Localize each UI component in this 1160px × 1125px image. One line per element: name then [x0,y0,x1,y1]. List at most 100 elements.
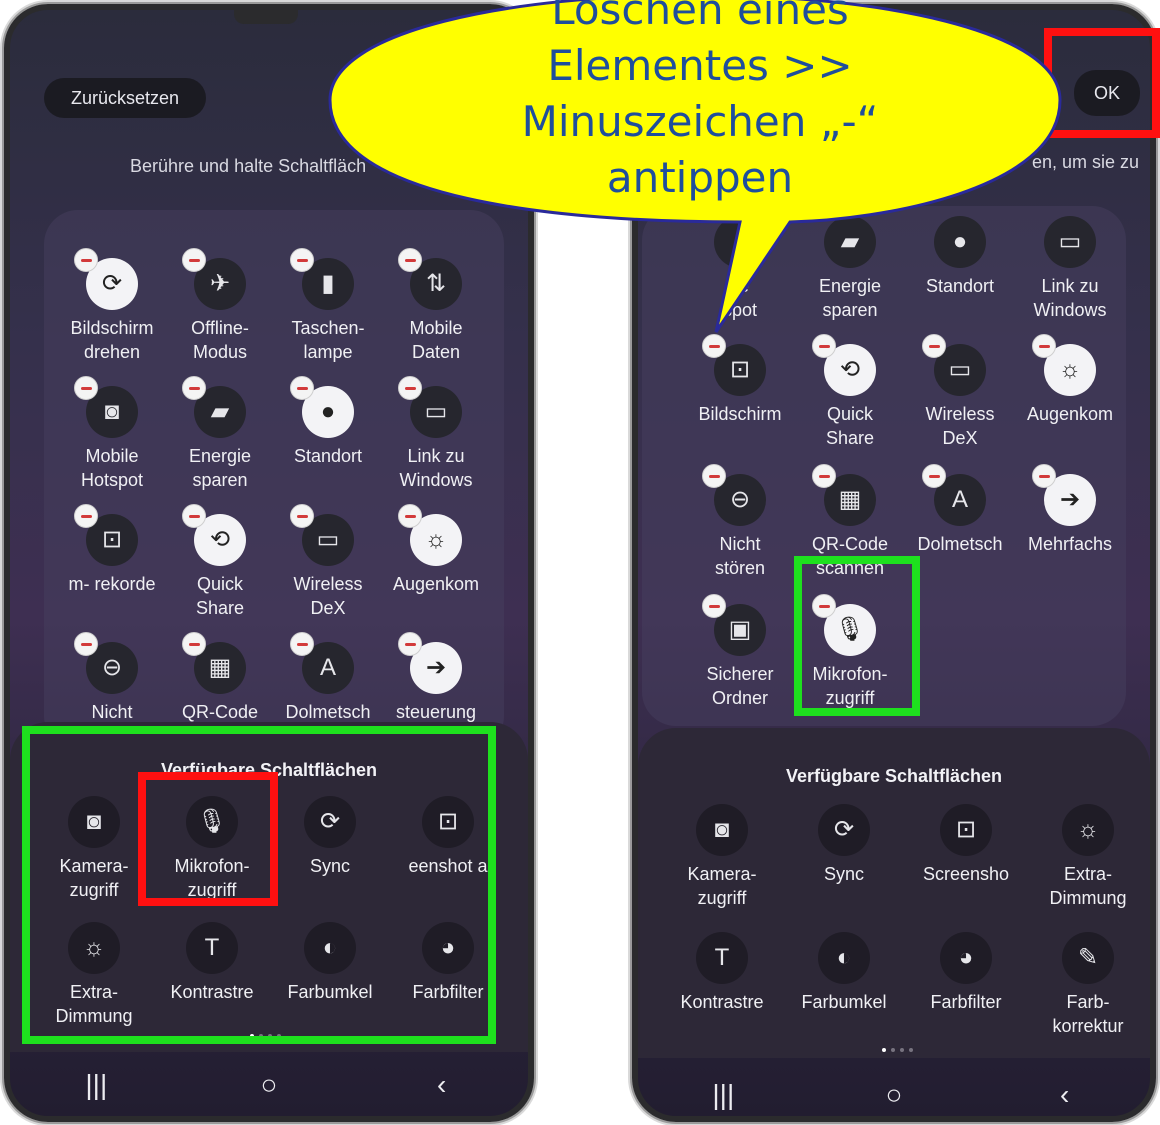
quick-share-icon: ⟲ [812,334,876,396]
remove-minus-icon[interactable] [74,504,98,528]
quick-setting-tile[interactable]: ⊡ Bildschirm [686,334,794,426]
available-tile[interactable]: ⟳ Sync [790,804,898,886]
remove-minus-icon[interactable] [74,376,98,400]
available-tile[interactable]: ⊡ Screensho [912,804,1020,886]
reset-button[interactable]: Zurücksetzen [44,78,206,118]
multi-control-icon: ➔ [398,632,462,694]
interpreter-icon: A [290,632,354,694]
link-windows-icon: ▭ [398,376,462,438]
airplane-icon: ✈ [182,248,246,310]
available-tile[interactable]: T Kontrastre [668,932,776,1014]
quick-setting-tile[interactable]: ⊡ m- rekorde [58,504,166,596]
quick-setting-tile[interactable]: ⟲ Quick Share [166,504,274,620]
quick-setting-tile[interactable]: ▭ Wireless DeX [274,504,382,620]
quick-setting-tile[interactable]: ▭ Link zu Windows [382,376,490,492]
quick-setting-tile[interactable]: ⊖ Nicht [58,632,166,724]
secure-folder-icon: ▣ [702,594,766,656]
remove-minus-icon[interactable] [398,632,422,656]
quick-setting-tile[interactable]: ➔ steuerung [382,632,490,724]
quick-setting-tile[interactable]: ▦ QR-Code [166,632,274,724]
back-button[interactable]: ‹ [1035,1079,1095,1111]
tile-label: Nicht stören [714,534,766,578]
tray-title: Verfügbare Schaltflächen [785,766,1003,786]
quick-setting-tile[interactable]: ▣ Sicherer Ordner [686,594,794,710]
tile-label: Kamera- zugriff [687,864,757,908]
remove-minus-icon[interactable] [702,464,726,488]
tile-label: Wireless DeX [293,574,363,618]
remove-minus-icon[interactable] [922,464,946,488]
quick-setting-tile[interactable]: ⟳ Bildschirm drehen [58,248,166,364]
battery-leaf-icon: ▰ [182,376,246,438]
home-button[interactable]: ○ [239,1069,299,1101]
available-tile[interactable]: ✎ Farb- korrektur [1034,932,1142,1038]
remove-minus-icon[interactable] [398,376,422,400]
remove-minus-icon[interactable] [290,376,314,400]
tile-label: Farb- korrektur [1052,992,1124,1036]
available-tile[interactable]: ◕ Farbfilter [912,932,1020,1014]
remove-minus-icon[interactable] [182,376,206,400]
hotspot-icon: ◙ [74,376,138,438]
tile-label: steuerung [395,702,477,722]
tile-label: Bildschirm [698,404,782,424]
remove-minus-icon[interactable] [74,248,98,272]
quick-setting-tile[interactable]: ☼ Augenkom [382,504,490,596]
color-palette-icon: ◕ [940,932,992,984]
tile-label: Wireless DeX [925,404,995,448]
remove-minus-icon[interactable] [74,632,98,656]
available-buttons-tray: Verfügbare Schaltflächen ◙ Kamera- zugrif… [638,728,1150,1058]
eyedropper-icon: ✎ [1062,932,1114,984]
callout-line-3: Minuszeichen „-“ [522,97,879,146]
speech-callout: Löschen eines Elementes >> Minuszeichen … [328,0,1062,333]
tile-label: Sicherer Ordner [706,664,774,708]
quick-setting-tile[interactable]: ● Standort [274,376,382,468]
qr-code-icon: ▦ [812,464,876,526]
quick-setting-tile[interactable]: ➔ Mehrfachs [1016,464,1124,556]
quick-setting-tile[interactable]: ▭ Wireless DeX [906,334,1014,450]
available-tile[interactable]: ◐ Farbumkel [790,932,898,1014]
tile-label: Augenkom [392,574,480,594]
quick-setting-tile[interactable]: ✈ Offline- Modus [166,248,274,364]
remove-minus-icon[interactable] [812,464,836,488]
quick-share-icon: ⟲ [182,504,246,566]
remove-minus-icon[interactable] [398,504,422,528]
screen-recorder-icon: ⊡ [74,504,138,566]
interpreter-icon: A [922,464,986,526]
quick-setting-tile[interactable]: A Dolmetsch [274,632,382,724]
remove-minus-icon[interactable] [182,504,206,528]
back-button[interactable]: ‹ [412,1069,472,1101]
quick-setting-tile[interactable]: A Dolmetsch [906,464,1014,556]
microphone-added-highlight [794,556,920,716]
remove-minus-icon[interactable] [290,248,314,272]
extra-dim-icon: ☼ [1062,804,1114,856]
home-button[interactable]: ○ [864,1079,924,1111]
recent-apps-button[interactable]: ||| [693,1079,753,1111]
quick-setting-tile[interactable]: ⟲ Quick Share [796,334,904,450]
quick-setting-tile[interactable]: ▰ Energie sparen [166,376,274,492]
multi-control-icon: ➔ [1032,464,1096,526]
remove-minus-icon[interactable] [182,248,206,272]
available-tile[interactable]: ☼ Extra- Dimmung [1034,804,1142,910]
quick-setting-tile[interactable]: ☼ Augenkom [1016,334,1124,426]
remove-minus-icon[interactable] [182,632,206,656]
tile-label: Mobile Hotspot [80,446,144,490]
recent-apps-button[interactable]: ||| [66,1069,126,1101]
tile-label: m- rekorde [68,574,156,594]
remove-minus-icon[interactable] [290,632,314,656]
quick-setting-tile[interactable]: ◙ Mobile Hotspot [58,376,166,492]
tile-label: Offline- Modus [191,318,249,362]
screenshot-icon: ⊡ [940,804,992,856]
tile-label: Farbumkel [801,992,887,1012]
quick-setting-tile[interactable]: ⊖ Nicht stören [686,464,794,580]
remove-minus-icon[interactable] [702,594,726,618]
remove-minus-icon[interactable] [1032,464,1056,488]
remove-minus-icon[interactable] [290,504,314,528]
navigation-bar: ||| ○ ‹ [638,1060,1150,1116]
location-pin-icon: ● [290,376,354,438]
tile-label: Extra- Dimmung [1049,864,1127,908]
dex-icon: ▭ [922,334,986,396]
tile-label: QR-Code [181,702,259,722]
rotate-icon: ⟳ [74,248,138,310]
tile-label: Quick Share [825,404,875,448]
available-tile[interactable]: ◙ Kamera- zugriff [668,804,776,910]
text-contrast-icon: T [696,932,748,984]
